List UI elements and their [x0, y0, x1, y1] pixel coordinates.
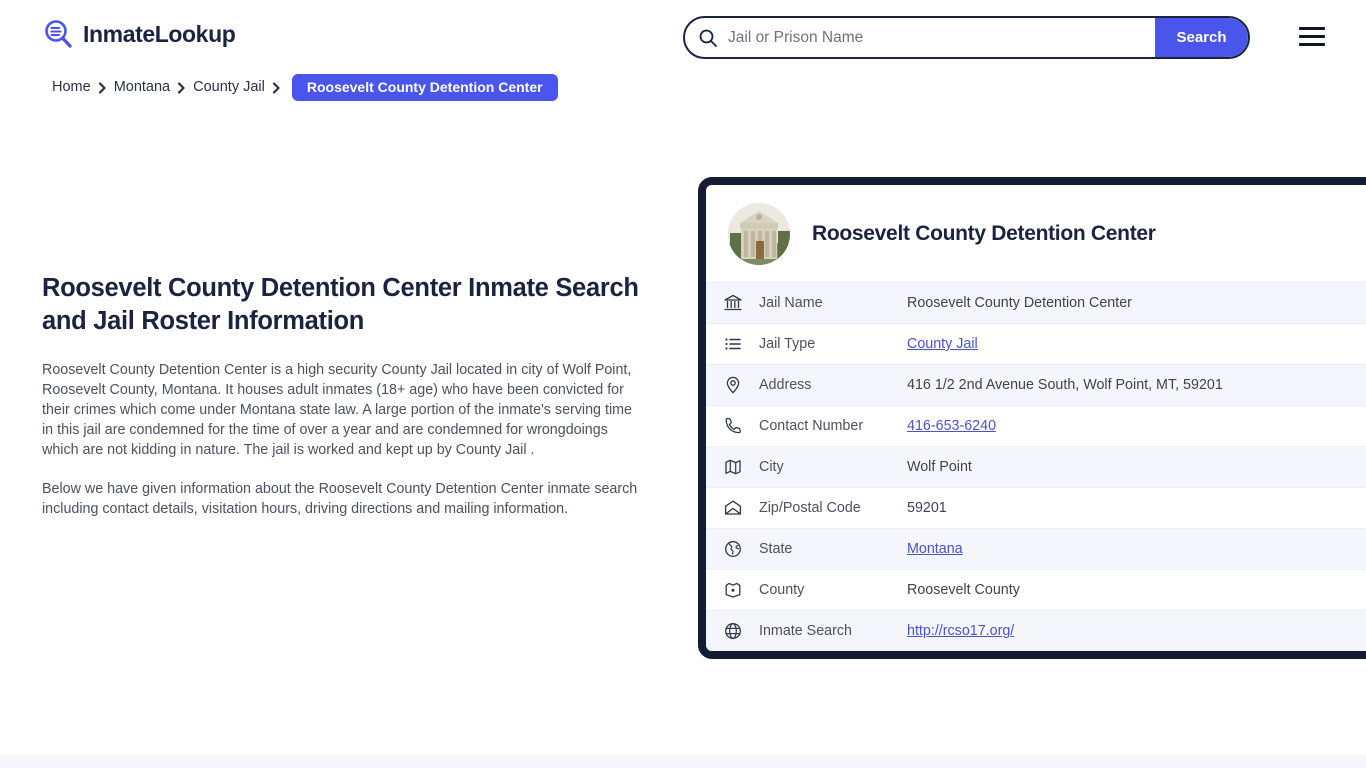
chevron-right-icon	[272, 81, 281, 94]
courthouse-building-photo	[728, 203, 790, 265]
article-column: Roosevelt County Detention Center Inmate…	[42, 272, 642, 519]
table-row: Inmate Search http://rcso17.org/	[706, 610, 1366, 651]
row-label: Zip/Postal Code	[759, 500, 861, 516]
row-value[interactable]: County Jail	[907, 336, 978, 352]
card-header: Roosevelt County Detention Center	[706, 185, 1366, 282]
site-header: InmateLookup Search	[0, 0, 1366, 72]
magnifier-list-icon	[42, 18, 74, 50]
hamburger-line	[1299, 35, 1325, 38]
table-row: Zip/Postal Code 59201	[706, 487, 1366, 528]
row-value[interactable]: 416-653-6240	[907, 418, 996, 434]
breadcrumb-item-county-jail[interactable]: County Jail	[193, 79, 265, 95]
row-label: Jail Type	[759, 336, 816, 352]
breadcrumb: Home Montana County Jail Roosevelt County D…	[52, 73, 558, 101]
card-title: Roosevelt County Detention Center	[812, 222, 1156, 245]
row-value-link[interactable]: Montana	[907, 541, 963, 557]
chevron-right-icon	[177, 81, 186, 94]
breadcrumb-current: Roosevelt County Detention Center	[291, 73, 558, 101]
envelope-open-icon	[723, 498, 743, 518]
chevron-right-icon	[98, 81, 107, 94]
hamburger-line	[1299, 27, 1325, 30]
map-icon	[723, 457, 743, 477]
article-paragraph-1: Roosevelt County Detention Center is a h…	[42, 362, 632, 458]
jail-details-table: Jail Name Roosevelt County Detention Cent…	[706, 282, 1366, 651]
search-icon	[698, 28, 718, 48]
row-value-link[interactable]: 416-653-6240	[907, 418, 996, 434]
site-logo[interactable]: InmateLookup	[42, 18, 236, 50]
phone-icon	[723, 416, 743, 436]
map-pin-icon	[723, 375, 743, 395]
row-label: City	[759, 459, 784, 475]
globe-americas-icon	[723, 539, 743, 559]
article-paragraph-2: Below we have given information about th…	[42, 481, 638, 517]
page-title: Roosevelt County Detention Center Inmate…	[42, 274, 639, 335]
hamburger-line	[1299, 43, 1325, 46]
jail-info-card: Roosevelt County Detention Center Jail N…	[698, 177, 1366, 659]
table-row: County Roosevelt County	[706, 569, 1366, 610]
brand-name: InmateLookup	[83, 20, 236, 47]
table-row: State Montana	[706, 528, 1366, 569]
search-bar[interactable]: Search	[683, 16, 1250, 59]
row-value-link[interactable]: http://rcso17.org/	[907, 623, 1014, 639]
table-row: Address 416 1/2 2nd Avenue South, Wolf Po…	[706, 364, 1366, 405]
table-row: Jail Name Roosevelt County Detention Cent…	[706, 282, 1366, 323]
row-value: Wolf Point	[907, 459, 972, 475]
row-label: Inmate Search	[759, 623, 852, 639]
breadcrumb-item-home[interactable]: Home	[52, 79, 91, 95]
row-value[interactable]: Montana	[907, 541, 963, 557]
badge-icon	[723, 580, 743, 600]
row-value: 59201	[907, 500, 947, 516]
hamburger-menu-icon[interactable]	[1299, 27, 1325, 46]
row-label: State	[759, 541, 793, 557]
list-icon	[723, 334, 743, 354]
row-value[interactable]: http://rcso17.org/	[907, 623, 1014, 639]
row-label: Jail Name	[759, 295, 823, 311]
row-value: 416 1/2 2nd Avenue South, Wolf Point, MT…	[907, 377, 1223, 393]
breadcrumb-item-montana[interactable]: Montana	[114, 79, 170, 95]
row-value: Roosevelt County	[907, 582, 1020, 598]
row-label: Contact Number	[759, 418, 864, 434]
table-row: Jail Type County Jail	[706, 323, 1366, 364]
row-label: Address	[759, 377, 812, 393]
globe-icon	[723, 621, 743, 641]
row-label: County	[759, 582, 805, 598]
search-button[interactable]: Search	[1155, 18, 1248, 57]
search-input[interactable]	[718, 18, 1155, 57]
row-value-link[interactable]: County Jail	[907, 336, 978, 352]
table-row: Contact Number 416-653-6240	[706, 405, 1366, 446]
row-value: Roosevelt County Detention Center	[907, 295, 1132, 311]
table-row: City Wolf Point	[706, 446, 1366, 487]
footer-band	[0, 755, 1366, 768]
bank-building-icon	[723, 293, 743, 313]
